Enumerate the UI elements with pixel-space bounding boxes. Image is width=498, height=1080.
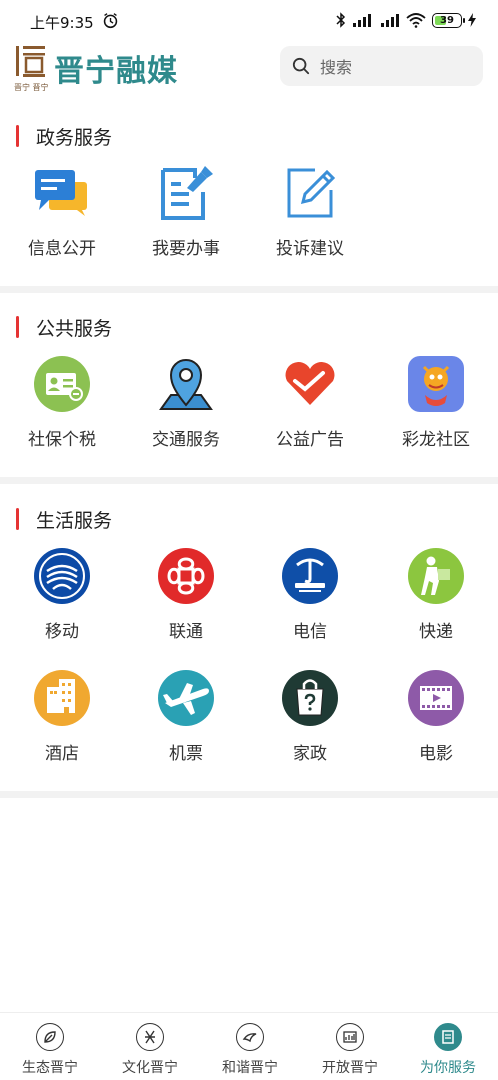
housekeeping-bag-icon	[281, 669, 339, 727]
section-divider	[0, 791, 498, 798]
china-unicom-icon	[157, 547, 215, 605]
service-label: 电信	[293, 622, 327, 642]
service-label: 移动	[45, 622, 79, 642]
culture-icon	[136, 1023, 164, 1051]
nav-eco-jinning[interactable]: 生态晋宁	[0, 1023, 100, 1079]
bottom-nav: 生态晋宁 文化晋宁 和谐晋宁 开放晋宁 为你服务	[0, 1012, 498, 1080]
bluetooth-icon	[336, 12, 346, 28]
section-divider	[0, 477, 498, 484]
battery-indicator: 39	[432, 12, 465, 28]
film-icon	[407, 669, 465, 727]
logo-subtitle: 晋宁 晋宁	[14, 83, 49, 92]
service-label: 社保个税	[28, 430, 96, 450]
service-label: 家政	[293, 744, 327, 764]
chat-bubbles-icon	[33, 164, 91, 222]
service-label: 电影	[419, 744, 453, 764]
charging-icon	[468, 13, 476, 27]
status-bar: 上午9:35 39	[0, 0, 498, 40]
service-label: 信息公开	[28, 239, 96, 259]
service-label: 公益广告	[276, 430, 344, 450]
service-public-ads[interactable]: 公益广告	[248, 355, 372, 455]
app-header: 晋宁 晋宁 晋宁融媒 搜索	[0, 40, 498, 100]
heart-icon	[281, 355, 339, 413]
nav-label: 开放晋宁	[322, 1060, 378, 1076]
service-label: 彩龙社区	[402, 430, 470, 450]
status-time: 上午9:35	[30, 14, 94, 32]
search-box[interactable]: 搜索	[280, 46, 483, 86]
logo-mark-icon	[16, 46, 45, 77]
search-placeholder: 搜索	[320, 58, 353, 77]
service-active-icon	[434, 1023, 462, 1051]
nav-open-jinning[interactable]: 开放晋宁	[300, 1023, 400, 1079]
service-label: 交通服务	[152, 430, 220, 450]
nav-culture-jinning[interactable]: 文化晋宁	[100, 1023, 200, 1079]
section-accent-bar	[16, 508, 19, 530]
service-dragon-community[interactable]: 彩龙社区	[374, 355, 498, 455]
service-china-telecom[interactable]: 电信	[248, 547, 372, 647]
service-complaint[interactable]: 投诉建议	[248, 164, 372, 264]
service-china-unicom[interactable]: 联通	[124, 547, 248, 647]
section-title: 生活服务	[36, 509, 113, 532]
section-divider	[0, 286, 498, 293]
service-social-security[interactable]: 社保个税	[0, 355, 124, 455]
service-movie[interactable]: 电影	[374, 669, 498, 769]
section-title: 公共服务	[36, 317, 113, 340]
nav-label: 文化晋宁	[122, 1060, 178, 1076]
section-title-gov: 政务服务	[16, 124, 113, 149]
logo-title: 晋宁融媒	[54, 54, 178, 89]
service-hotel[interactable]: 酒店	[0, 669, 124, 769]
nav-label: 生态晋宁	[22, 1060, 78, 1076]
service-label: 机票	[169, 744, 203, 764]
harmony-bird-icon	[236, 1023, 264, 1051]
service-label: 联通	[169, 622, 203, 642]
service-label: 酒店	[45, 744, 79, 764]
section-title-public: 公共服务	[16, 315, 113, 340]
airplane-icon	[157, 669, 215, 727]
service-housekeeping[interactable]: 家政	[248, 669, 372, 769]
section-accent-bar	[16, 316, 19, 338]
service-traffic[interactable]: 交通服务	[124, 355, 248, 455]
wifi-icon	[406, 13, 426, 28]
hotel-icon	[33, 669, 91, 727]
search-icon	[292, 57, 310, 75]
china-telecom-icon	[281, 547, 339, 605]
service-courier[interactable]: 快递	[374, 547, 498, 647]
nav-label: 为你服务	[420, 1060, 476, 1076]
edit-pencil-icon	[281, 164, 339, 222]
service-china-mobile[interactable]: 移动	[0, 547, 124, 647]
map-pin-icon	[157, 355, 215, 413]
alarm-icon	[103, 13, 118, 29]
dragon-icon	[407, 355, 465, 413]
china-mobile-icon	[33, 547, 91, 605]
service-flight[interactable]: 机票	[124, 669, 248, 769]
open-chart-icon	[336, 1023, 364, 1051]
signal-2-icon	[381, 14, 399, 27]
eco-icon	[36, 1023, 64, 1051]
app-logo[interactable]: 晋宁 晋宁 晋宁融媒	[14, 44, 194, 94]
id-card-icon	[33, 355, 91, 413]
service-label: 快递	[419, 622, 453, 642]
signal-icon	[353, 14, 371, 27]
section-accent-bar	[16, 125, 19, 147]
document-pin-icon	[157, 164, 215, 222]
service-info-public[interactable]: 信息公开	[0, 164, 124, 264]
section-title-life: 生活服务	[16, 507, 113, 532]
service-label: 我要办事	[152, 239, 220, 259]
nav-label: 和谐晋宁	[222, 1060, 278, 1076]
service-label: 投诉建议	[276, 239, 344, 259]
nav-service-for-you[interactable]: 为你服务	[398, 1023, 498, 1079]
section-title: 政务服务	[36, 126, 113, 149]
courier-icon	[407, 547, 465, 605]
service-do-business[interactable]: 我要办事	[124, 164, 248, 264]
nav-harmony-jinning[interactable]: 和谐晋宁	[200, 1023, 300, 1079]
status-icons: 39	[336, 10, 476, 30]
